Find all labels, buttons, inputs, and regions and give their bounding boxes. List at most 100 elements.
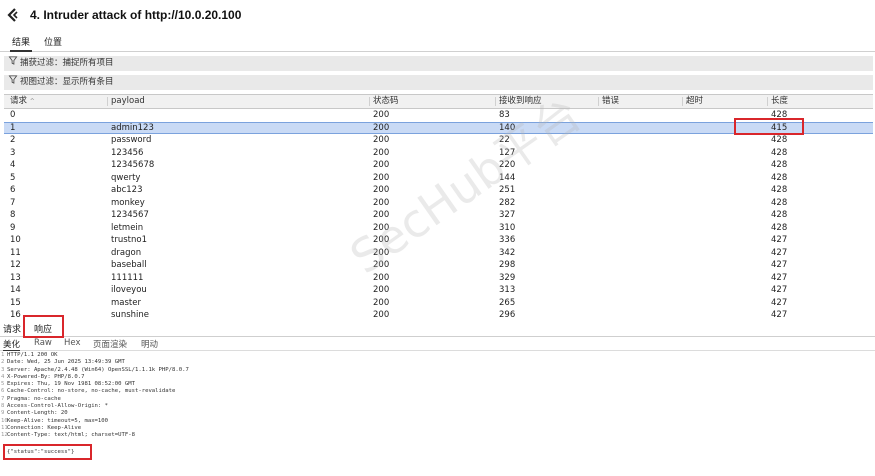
cell-length: 427: [771, 285, 788, 295]
cell-response-time: 327: [499, 210, 516, 220]
cell-payload: 1234567: [111, 210, 149, 220]
response-viewer[interactable]: 1 HTTP/1.1 200 OK 2 Date: Wed, 25 Jun 2025 …: [0, 352, 875, 440]
cell-payload: 111111: [111, 272, 144, 283]
table-row[interactable]: 11 dragon 200 342 427: [4, 247, 873, 260]
cell-status: 200: [373, 247, 390, 258]
cell-response-time: 22: [499, 135, 510, 145]
cell-status: 200: [373, 122, 390, 133]
table-header: 请求 ^ payload 状态码 接收到响应 错误 超时 长度: [4, 94, 873, 109]
cell-status: 200: [373, 147, 390, 158]
cell-length: 427: [771, 247, 788, 258]
table-row[interactable]: 8 1234567 200 327 428: [4, 209, 873, 222]
tab-results[interactable]: 结果: [10, 36, 33, 52]
table-body: 0 200 83 428 1 admin123 200 140 415 2 password 200 2…: [4, 109, 873, 322]
table-row[interactable]: 7 monkey 200 282 428: [4, 197, 873, 210]
cell-length: 428: [771, 147, 788, 158]
table-row[interactable]: 5 qwerty 200 144 428: [4, 172, 873, 185]
col-timeout-header[interactable]: 超时: [686, 95, 703, 108]
cell-status: 200: [373, 172, 390, 183]
cell-response-time: 144: [499, 172, 516, 183]
column-divider[interactable]: [598, 97, 599, 106]
line-number: 2: [1, 359, 5, 366]
col-response-received-header[interactable]: 接收到响应: [499, 95, 542, 108]
capture-filter-bar[interactable]: 捕获过滤：捕捉所有项目: [4, 56, 873, 71]
tab-positions[interactable]: 位置: [42, 36, 64, 50]
cell-response-time: 336: [499, 235, 516, 245]
cell-request: 12: [10, 260, 21, 270]
col-length-header[interactable]: 长度: [771, 95, 788, 108]
response-tab-highlight-box: [23, 315, 64, 338]
cell-status: 200: [373, 260, 390, 270]
filter-icon: [8, 75, 18, 84]
response-line: 6 Cache-Control: no-store, no-cache, must…: [0, 388, 875, 395]
response-line-text: Expires: Thu, 19 Nov 1981 08:52:00 GMT: [7, 381, 135, 388]
capture-filter-label: 捕获过滤：捕捉所有项目: [20, 58, 114, 68]
table-row[interactable]: 14 iloveyou 200 313 427: [4, 284, 873, 297]
col-request-header[interactable]: 请求 ^: [10, 95, 35, 108]
col-error-header[interactable]: 错误: [602, 95, 619, 108]
tab-pretty[interactable]: 美化: [3, 338, 21, 351]
cell-response-time: 251: [499, 185, 516, 195]
sort-asc-icon: ^: [29, 98, 35, 105]
tab-raw[interactable]: Raw: [34, 338, 52, 348]
column-divider[interactable]: [495, 97, 496, 106]
response-line-text: Connection: Keep-Alive: [7, 424, 82, 431]
line-number: 6: [1, 388, 5, 395]
cell-request: 13: [10, 272, 21, 283]
response-line: 3 Server: Apache/2.4.48 (Win64) OpenSSL/1…: [0, 367, 875, 374]
col-payload-header[interactable]: payload: [111, 95, 145, 108]
col-status-header[interactable]: 状态码: [373, 95, 399, 108]
cell-response-time: 310: [499, 222, 516, 233]
cell-payload: monkey: [111, 197, 145, 208]
cell-response-time: 298: [499, 260, 516, 270]
top-tabs: 结果 位置: [0, 36, 875, 52]
table-row[interactable]: 12 baseball 200 298 427: [4, 259, 873, 272]
column-divider[interactable]: [369, 97, 370, 106]
table-row[interactable]: 3 123456 200 127 428: [4, 147, 873, 160]
table-row[interactable]: 6 abc123 200 251 428: [4, 184, 873, 197]
window-title: 4. Intruder attack of http://10.0.20.100: [30, 8, 242, 22]
cell-response-time: 282: [499, 197, 516, 208]
cell-status: 200: [373, 235, 390, 245]
cell-request: 8: [10, 210, 16, 220]
length-highlight-box: [734, 118, 804, 135]
cell-status: 200: [373, 272, 390, 283]
cell-payload: iloveyou: [111, 285, 147, 295]
table-row[interactable]: 10 trustno1 200 336 427: [4, 234, 873, 247]
cell-request: 7: [10, 197, 16, 208]
table-row[interactable]: 2 password 200 22 428: [4, 134, 873, 147]
tab-hex[interactable]: Hex: [64, 338, 81, 348]
cell-request: 4: [10, 160, 16, 170]
tab-extra[interactable]: 明动: [141, 338, 158, 350]
tab-request[interactable]: 请求: [3, 322, 21, 335]
response-line: 8 Access-Control-Allow-Origin: *: [0, 403, 875, 410]
table-row[interactable]: 4 12345678 200 220 428: [4, 159, 873, 172]
cell-response-time: 313: [499, 285, 516, 295]
cell-length: 427: [771, 235, 788, 245]
cell-length: 428: [771, 172, 788, 183]
cell-status: 200: [373, 222, 390, 233]
table-row[interactable]: 15 master 200 265 427: [4, 297, 873, 310]
column-divider[interactable]: [682, 97, 683, 106]
response-line: 4 X-Powered-By: PHP/8.0.7: [0, 374, 875, 381]
response-line-text: Server: Apache/2.4.48 (Win64) OpenSSL/1.…: [7, 366, 189, 373]
cell-payload: master: [111, 297, 141, 308]
cell-status: 200: [373, 135, 390, 145]
response-line: 5 Expires: Thu, 19 Nov 1981 08:52:00 GMT: [0, 381, 875, 388]
cell-length: 428: [771, 222, 788, 233]
table-row[interactable]: 13 111111 200 329 427: [4, 272, 873, 285]
line-number: 3: [1, 366, 5, 373]
view-filter-label: 视图过滤：显示所有条目: [20, 77, 114, 87]
column-divider[interactable]: [107, 97, 108, 106]
cell-response-time: 265: [499, 297, 516, 308]
table-row[interactable]: 9 letmein 200 310 428: [4, 222, 873, 235]
cell-length: 428: [771, 160, 788, 170]
cell-request: 5: [10, 172, 16, 183]
tab-render[interactable]: 页面渲染: [93, 338, 127, 350]
cell-response-time: 220: [499, 160, 516, 170]
column-divider[interactable]: [767, 97, 768, 106]
line-number: 1: [1, 352, 5, 358]
response-line-text: Content-Length: 20: [7, 410, 68, 417]
view-filter-bar[interactable]: 视图过滤：显示所有条目: [4, 75, 873, 90]
response-body-highlight-box: [3, 444, 92, 460]
